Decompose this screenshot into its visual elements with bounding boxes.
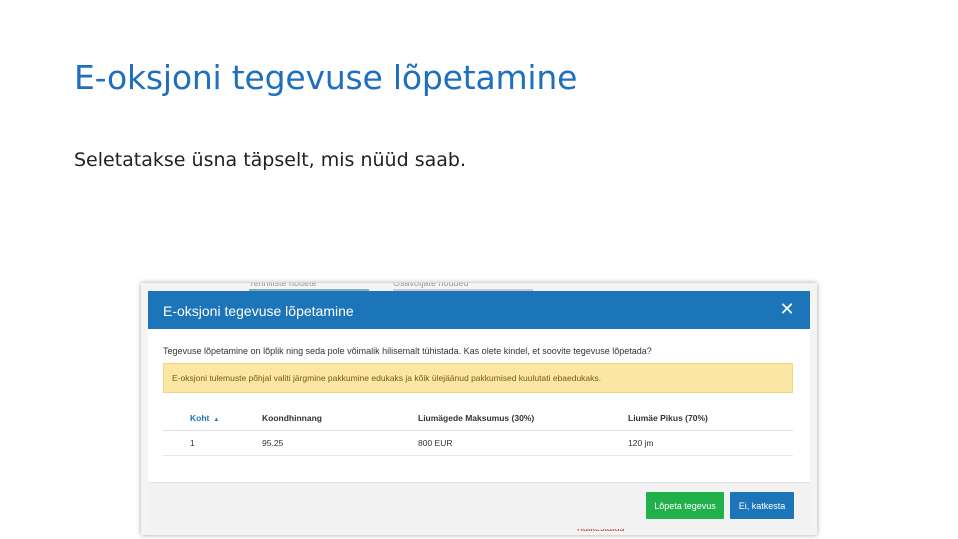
end-activity-button[interactable]: Lõpeta tegevus: [646, 492, 724, 519]
modal-footer: Lõpeta tegevus Ei, katkesta: [148, 482, 810, 529]
confirm-message: Tegevuse lõpetamine on lõplik ning seda …: [163, 346, 652, 356]
table-header-row: Koht ▲ Koondhinnang Liumägede Maksumus (3…: [163, 406, 793, 431]
table-row: 1 95.25 800 EUR 120 jm: [163, 430, 793, 456]
results-table: Koht ▲ Koondhinnang Liumägede Maksumus (3…: [163, 406, 793, 456]
background-tab-technical: Tehniliste nõuete: [249, 283, 369, 291]
close-icon[interactable]: ✕: [778, 300, 796, 318]
column-header-label: Koht: [190, 413, 210, 423]
cell-price: 800 EUR: [418, 430, 628, 456]
warning-alert: E-oksjoni tulemuste põhjal valiti järgmi…: [163, 363, 793, 393]
sort-ascending-icon: ▲: [213, 417, 220, 423]
cell-length: 120 jm: [628, 430, 793, 456]
slide-title: E-oksjoni tegevuse lõpetamine: [74, 58, 578, 97]
column-header-length: Liumäe Pikus (70%): [628, 406, 793, 431]
modal-header: E-oksjoni tegevuse lõpetamine ✕: [148, 291, 810, 329]
column-header-total-score: Koondhinnang: [262, 406, 418, 431]
alert-message: E-oksjoni tulemuste põhjal valiti järgmi…: [172, 373, 602, 383]
modal-title: E-oksjoni tegevuse lõpetamine: [163, 303, 354, 319]
background-tab-participants: Osavõtjate nõuded: [393, 283, 533, 291]
screenshot-region: Tehniliste nõuete Osavõtjate nõuded Katk…: [141, 283, 817, 535]
cancel-button[interactable]: Ei, katkesta: [730, 492, 794, 519]
end-activity-modal: E-oksjoni tegevuse lõpetamine ✕ Tegevuse…: [148, 291, 810, 529]
column-header-rank[interactable]: Koht ▲: [163, 406, 262, 431]
column-header-price: Liumägede Maksumus (30%): [418, 406, 628, 431]
cell-rank: 1: [163, 430, 262, 456]
cell-total-score: 95.25: [262, 430, 418, 456]
slide-subtitle: Seletatakse üsna täpselt, mis nüüd saab.: [74, 149, 466, 171]
